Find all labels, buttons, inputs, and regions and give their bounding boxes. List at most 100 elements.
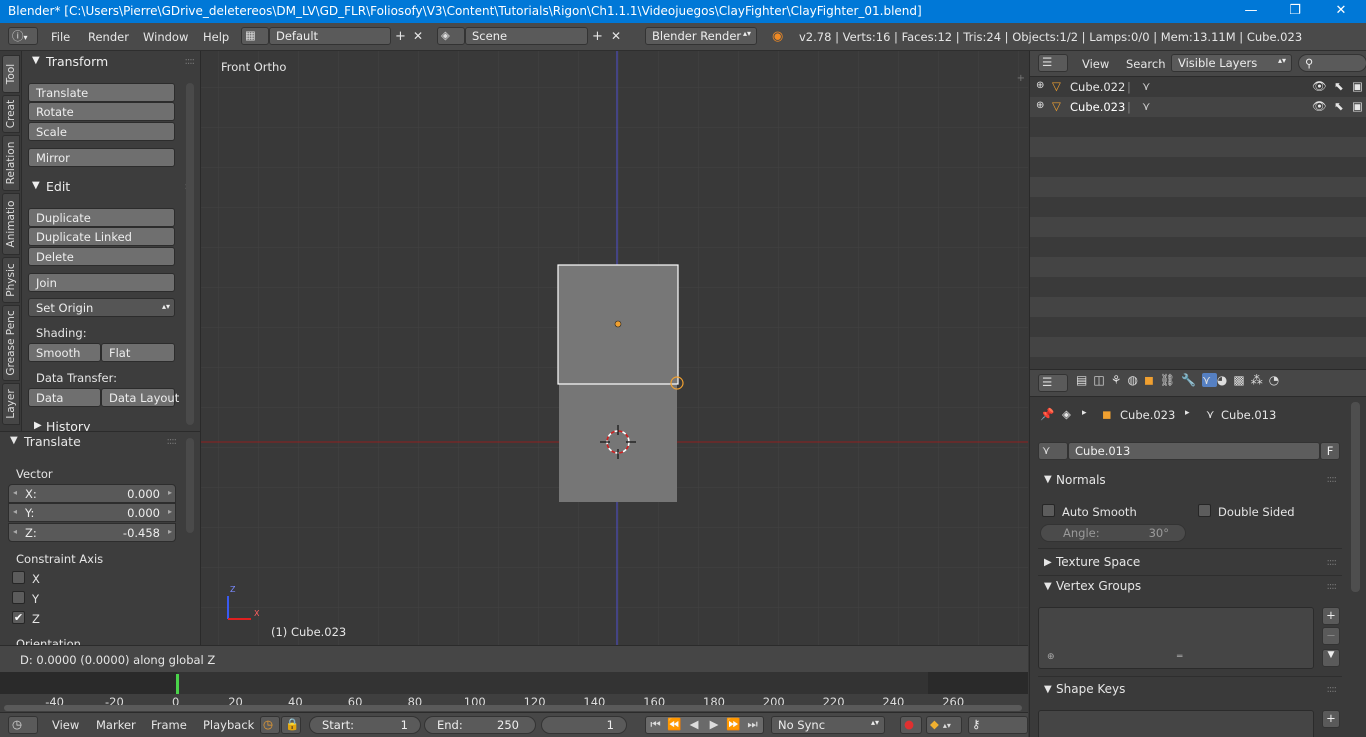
duplicate-linked-button[interactable]: Duplicate Linked	[28, 227, 175, 246]
translate-button[interactable]: Translate	[28, 83, 175, 102]
current-frame-field[interactable]: 1	[541, 716, 627, 734]
editor-type-selector[interactable]: ⓘ▾	[8, 27, 38, 45]
lock-icon[interactable]: 🔒	[281, 716, 301, 734]
viewport-expand-icon[interactable]: +	[1017, 73, 1025, 84]
set-origin-dropdown[interactable]: Set Origin ▴▾	[28, 298, 175, 317]
vertex-groups-panel-header[interactable]: ▼ Vertex Groups::::	[1038, 577, 1342, 597]
scene-tab-icon[interactable]: ⚘	[1111, 373, 1128, 387]
cube-022[interactable]	[559, 384, 677, 502]
vector-z-field[interactable]: ◂ Z: -0.458 ▸	[8, 523, 176, 542]
object-tab-icon[interactable]: ◼	[1144, 373, 1160, 387]
drag-handle-icon[interactable]: ::::	[185, 56, 196, 67]
jump-end-icon[interactable]: ⏭	[743, 717, 762, 732]
scene-name-field[interactable]: Scene	[465, 27, 588, 45]
tool-shelf-scrollbar[interactable]	[186, 83, 194, 425]
smooth-shading-button[interactable]: Smooth	[28, 343, 101, 362]
prev-keyframe-icon[interactable]: ⏪	[665, 717, 684, 731]
fake-user-button[interactable]: F	[1320, 442, 1340, 460]
play-icon[interactable]: ▶	[704, 717, 724, 731]
visibility-eye-icon[interactable]: 👁	[1312, 79, 1327, 93]
auto-smooth-checkbox[interactable]	[1042, 504, 1055, 517]
vector-y-field[interactable]: ◂ Y: 0.000 ▸	[8, 503, 176, 522]
start-frame-field[interactable]: Start: 1	[309, 716, 421, 734]
increment-arrow-icon[interactable]: ▸	[168, 488, 172, 497]
menu-frame[interactable]: Frame	[151, 718, 187, 732]
constraint-z-checkbox[interactable]: ✔	[12, 611, 25, 624]
keying-options-icon[interactable]: ⚷	[968, 716, 1028, 734]
outliner-item-name[interactable]: Cube.023	[1070, 100, 1125, 114]
properties-scrollbar[interactable]	[1351, 402, 1360, 592]
transform-panel-header[interactable]: ▼ Transform::::	[22, 52, 200, 72]
drag-handle-icon[interactable]: ::::	[1327, 474, 1338, 485]
menu-help[interactable]: Help	[203, 30, 229, 44]
normals-panel-header[interactable]: ▼ Normals::::	[1038, 470, 1342, 492]
sync-dropdown[interactable]: No Sync ▴▾	[771, 716, 885, 734]
texture-space-panel-header[interactable]: ▶ Texture Space::::	[1038, 553, 1342, 573]
increment-arrow-icon[interactable]: ▸	[168, 527, 172, 536]
end-frame-field[interactable]: End: 250	[424, 716, 536, 734]
render-layers-tab-icon[interactable]: ◫	[1093, 373, 1110, 387]
current-frame-indicator[interactable]	[176, 674, 179, 694]
physics-tab-icon[interactable]: ◔	[1269, 373, 1285, 387]
menu-render[interactable]: Render	[88, 30, 129, 44]
outliner-search-input[interactable]: ⚲	[1298, 54, 1366, 72]
next-keyframe-icon[interactable]: ⏩	[724, 717, 743, 731]
outliner-row[interactable]: ⊕ ▽ Cube.022 | ⋎ 👁 ⬉ ▣	[1030, 77, 1366, 97]
minimize-button[interactable]: —	[1228, 0, 1274, 23]
add-shape-key-button[interactable]: +	[1322, 710, 1340, 728]
data-transfer-button[interactable]: Data	[28, 388, 101, 407]
drag-handle-icon[interactable]: ::::	[1327, 557, 1338, 568]
drag-handle-icon[interactable]: ::::	[1327, 581, 1338, 592]
render-tab-icon[interactable]: ▤	[1076, 373, 1093, 387]
duplicate-button[interactable]: Duplicate	[28, 208, 175, 227]
jump-start-icon[interactable]: ⏮	[646, 717, 665, 732]
vertex-groups-list[interactable]: ⊕ ═	[1038, 607, 1314, 669]
constraint-y-checkbox[interactable]	[12, 591, 25, 604]
layout-browse-button[interactable]: ▦	[241, 27, 269, 45]
operator-scrollbar[interactable]	[186, 438, 194, 533]
material-tab-icon[interactable]: ◕	[1217, 373, 1233, 387]
menu-view[interactable]: View	[52, 718, 79, 732]
world-tab-icon[interactable]: ◍	[1127, 373, 1143, 387]
tab-create[interactable]: Creat	[2, 95, 20, 133]
constraints-tab-icon[interactable]: ⛓	[1160, 373, 1181, 387]
scene-browse-button[interactable]: ◈	[437, 27, 465, 45]
expand-icon[interactable]: ⊕	[1036, 80, 1044, 91]
add-layout-icon[interactable]: +	[395, 29, 406, 44]
editor-type-selector[interactable]: ☰	[1038, 374, 1068, 392]
constraint-x-checkbox[interactable]	[12, 571, 25, 584]
tab-grease-pencil[interactable]: Grease Penc	[2, 305, 20, 381]
remove-vertex-group-button[interactable]: −	[1322, 627, 1340, 645]
layout-name-field[interactable]: Default	[269, 27, 391, 45]
add-vertex-group-button[interactable]: +	[1322, 607, 1340, 625]
double-sided-checkbox[interactable]	[1198, 504, 1211, 517]
list-filter-icon[interactable]: ⊕	[1047, 652, 1055, 662]
remove-layout-icon[interactable]: ✕	[413, 29, 423, 43]
modifiers-tab-icon[interactable]: 🔧	[1181, 373, 1202, 387]
render-engine-dropdown[interactable]: Blender Render ▴▾	[645, 27, 757, 45]
tab-layer[interactable]: Layer	[2, 383, 20, 425]
particles-tab-icon[interactable]: ⁂	[1251, 373, 1269, 387]
vertex-group-specials-button[interactable]: ▼	[1322, 649, 1340, 667]
mesh-browse-button[interactable]: ⋎	[1038, 442, 1068, 460]
outliner-row[interactable]: ⊕ ▽ Cube.023 | ⋎ 👁 ⬉ ▣	[1030, 97, 1366, 117]
menu-marker[interactable]: Marker	[96, 718, 136, 732]
visibility-eye-icon[interactable]: 👁	[1312, 99, 1327, 113]
vector-x-field[interactable]: ◂ X: 0.000 ▸	[8, 484, 176, 503]
tab-tool[interactable]: Tool	[2, 55, 20, 93]
increment-arrow-icon[interactable]: ▸	[168, 507, 172, 516]
add-scene-icon[interactable]: +	[592, 29, 603, 44]
decrement-arrow-icon[interactable]: ◂	[13, 507, 17, 516]
close-button[interactable]: ✕	[1318, 0, 1364, 23]
menu-window[interactable]: Window	[143, 30, 188, 44]
editor-type-selector[interactable]: ◷	[8, 716, 38, 734]
menu-search[interactable]: Search	[1126, 57, 1166, 71]
scale-button[interactable]: Scale	[28, 122, 175, 141]
render-camera-icon[interactable]: ▣	[1352, 79, 1363, 93]
mirror-button[interactable]: Mirror	[28, 148, 175, 167]
tab-relations[interactable]: Relation	[2, 135, 20, 191]
shape-keys-list[interactable]	[1038, 710, 1314, 737]
timeline-area[interactable]: -40 -20 0 20 40 60 80 100 120 140 160 180 200 220 240 2…	[0, 672, 1028, 712]
remove-scene-icon[interactable]: ✕	[611, 29, 621, 43]
render-camera-icon[interactable]: ▣	[1352, 99, 1363, 113]
